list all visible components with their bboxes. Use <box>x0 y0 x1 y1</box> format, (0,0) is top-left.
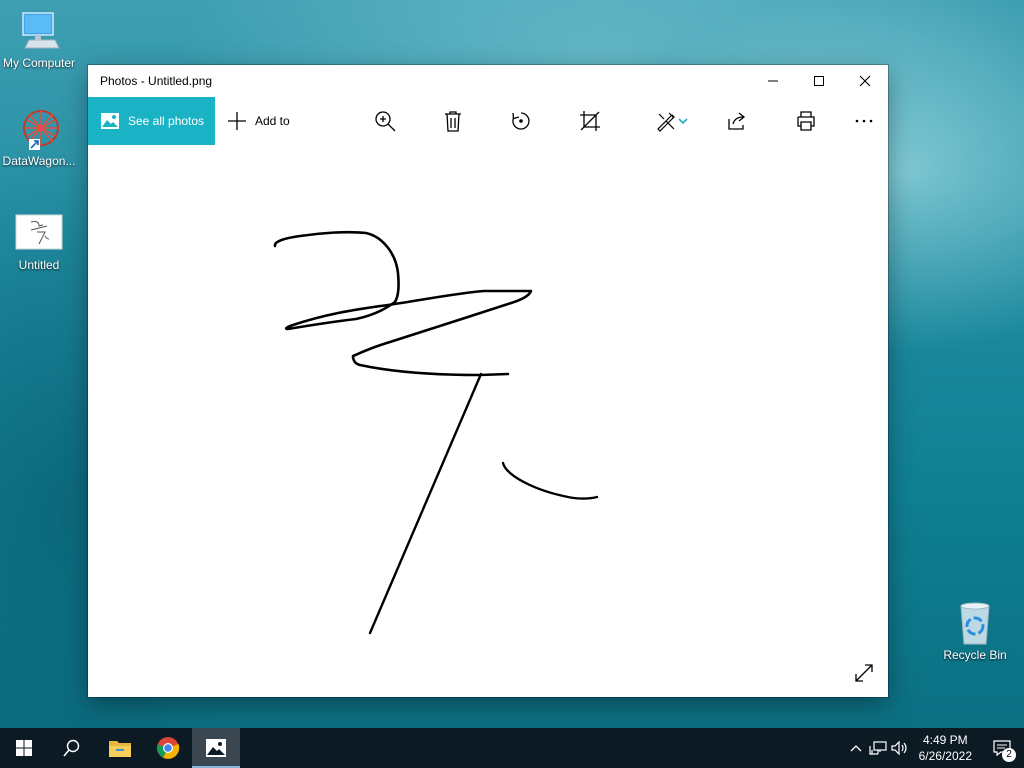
speaker-icon <box>891 740 907 756</box>
desktop-icon-label: Recycle Bin <box>943 648 1007 662</box>
more-options-button[interactable] <box>852 109 876 133</box>
taskbar: 4:49 PM 6/26/2022 2 <box>0 728 1024 768</box>
start-button[interactable] <box>0 728 48 768</box>
share-icon <box>728 112 746 130</box>
drawn-image <box>273 230 599 635</box>
photos-icon <box>101 113 119 129</box>
taskbar-file-explorer[interactable] <box>96 728 144 768</box>
desktop-icon-untitled[interactable]: Untitled <box>1 212 77 272</box>
clock[interactable]: 4:49 PM 6/26/2022 <box>911 732 980 764</box>
printer-icon <box>797 111 815 131</box>
crop-icon <box>580 111 600 131</box>
drawn-stroke <box>273 230 533 377</box>
crop-button[interactable] <box>578 109 602 133</box>
network-icon <box>869 741 887 755</box>
see-all-photos-button[interactable]: See all photos <box>88 97 215 145</box>
photos-toolbar: See all photos Add to <box>88 97 888 145</box>
drawn-stroke <box>368 372 483 635</box>
taskbar-chrome[interactable] <box>144 728 192 768</box>
chevron-down-icon <box>678 118 688 125</box>
photos-window: Photos - Untitled.png See all photos Add… <box>88 65 888 697</box>
clock-time: 4:49 PM <box>922 733 968 747</box>
close-button[interactable] <box>842 65 888 97</box>
add-to-label: Add to <box>255 114 290 128</box>
maximize-button[interactable] <box>796 65 842 97</box>
photos-app-icon <box>206 739 226 757</box>
image-thumbnail-icon <box>15 212 63 256</box>
image-canvas[interactable] <box>88 145 888 697</box>
action-center-button[interactable]: 2 <box>980 728 1024 768</box>
desktop-icon-label: My Computer <box>2 56 76 70</box>
desktop-icon-recycle-bin[interactable]: Recycle Bin <box>937 602 1013 662</box>
system-tray: 4:49 PM 6/26/2022 2 <box>845 728 1024 768</box>
drawn-stroke <box>501 461 599 500</box>
title-bar[interactable]: Photos - Untitled.png <box>88 65 888 97</box>
plus-icon <box>228 112 246 130</box>
volume-button[interactable] <box>889 740 911 756</box>
recycle-bin-icon <box>951 602 999 646</box>
print-button[interactable] <box>794 109 818 133</box>
expand-icon <box>855 664 873 682</box>
windows-logo-icon <box>16 740 32 756</box>
desktop-icon-label: Untitled <box>18 258 60 272</box>
search-button[interactable] <box>48 728 96 768</box>
rotate-button[interactable] <box>509 109 533 133</box>
minimize-icon <box>768 80 778 82</box>
clock-date: 6/26/2022 <box>918 749 972 763</box>
rotate-icon <box>512 112 530 130</box>
delete-button[interactable] <box>441 109 465 133</box>
add-to-button[interactable]: Add to <box>227 111 290 131</box>
window-title: Photos - Untitled.png <box>100 74 213 88</box>
network-button[interactable] <box>867 740 889 756</box>
ellipsis-icon <box>855 119 873 123</box>
desktop-icon-label: DataWagon... <box>2 154 76 168</box>
folder-icon <box>109 741 131 757</box>
chrome-icon <box>157 737 180 759</box>
close-icon <box>859 75 871 87</box>
datawagon-icon <box>15 108 63 152</box>
zoom-in-icon <box>375 111 396 132</box>
desktop-icon-my-computer[interactable]: My Computer <box>1 10 77 70</box>
edit-create-button[interactable] <box>650 109 694 133</box>
notification-count-badge: 2 <box>1002 748 1016 762</box>
share-button[interactable] <box>725 109 749 133</box>
show-hidden-icons-button[interactable] <box>845 744 867 752</box>
search-icon <box>63 739 80 757</box>
taskbar-photos[interactable] <box>192 728 240 768</box>
chevron-up-icon <box>850 745 862 752</box>
fullscreen-button[interactable] <box>854 663 874 683</box>
edit-icon <box>657 112 675 132</box>
minimize-button[interactable] <box>750 65 796 97</box>
trash-icon <box>445 111 461 132</box>
see-all-photos-label: See all photos <box>128 114 205 128</box>
desktop-icon-datawagon[interactable]: DataWagon... <box>1 108 77 168</box>
maximize-icon <box>814 76 824 86</box>
zoom-in-button[interactable] <box>373 109 397 133</box>
computer-icon <box>15 10 63 54</box>
